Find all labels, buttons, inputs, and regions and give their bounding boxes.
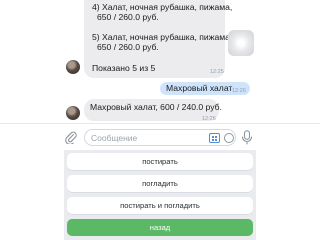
catalog-message[interactable]: 4) Халат, ночная рубашка, пижама, 650 / …	[84, 0, 232, 78]
message-text: Махровый халат, 600 / 240.0 руб.	[90, 102, 222, 112]
message-input-placeholder: Сообщение	[91, 133, 138, 143]
wash-button[interactable]: постирать	[67, 153, 253, 170]
attachment-icon[interactable]	[64, 130, 78, 144]
wash-and-iron-button[interactable]: постирать и погладить	[67, 197, 253, 214]
chat-history[interactable]: 4) Халат, ночная рубашка, пижама, 650 / …	[0, 0, 320, 123]
message-input[interactable]: Сообщение	[84, 129, 236, 146]
outgoing-message[interactable]: Махровый халат 12:26	[160, 82, 250, 95]
microphone-icon[interactable]	[241, 130, 253, 145]
bot-avatar[interactable]	[66, 106, 80, 120]
catalog-item-4-price: 650 / 260.0 руб.	[97, 12, 159, 22]
message-composer: Сообщение	[0, 123, 320, 150]
message-time: 12:26	[202, 116, 216, 122]
catalog-item-5-title: 5) Халат, ночная рубашка, пижама,	[92, 32, 233, 42]
iron-button[interactable]: погладить	[67, 175, 253, 192]
catalog-shown-count: Показано 5 из 5	[92, 63, 156, 73]
message-time: 12:26	[232, 88, 246, 94]
message-text: Махровый халат	[166, 83, 233, 93]
image-thumbnail[interactable]	[228, 30, 254, 56]
bot-keyboard-icon[interactable]	[209, 133, 220, 143]
reply-message[interactable]: Махровый халат, 600 / 240.0 руб. 12:26	[84, 99, 222, 122]
catalog-item-4-title: 4) Халат, ночная рубашка, пижама,	[92, 2, 233, 12]
emoji-icon[interactable]	[224, 133, 234, 143]
bot-avatar[interactable]	[66, 60, 80, 74]
message-time: 12:25	[210, 69, 224, 75]
bot-keyboard: постирать погладить постирать и погладит…	[64, 150, 256, 240]
back-button[interactable]: назад	[67, 219, 253, 236]
catalog-item-5-price: 650 / 260.0 руб.	[97, 42, 159, 52]
